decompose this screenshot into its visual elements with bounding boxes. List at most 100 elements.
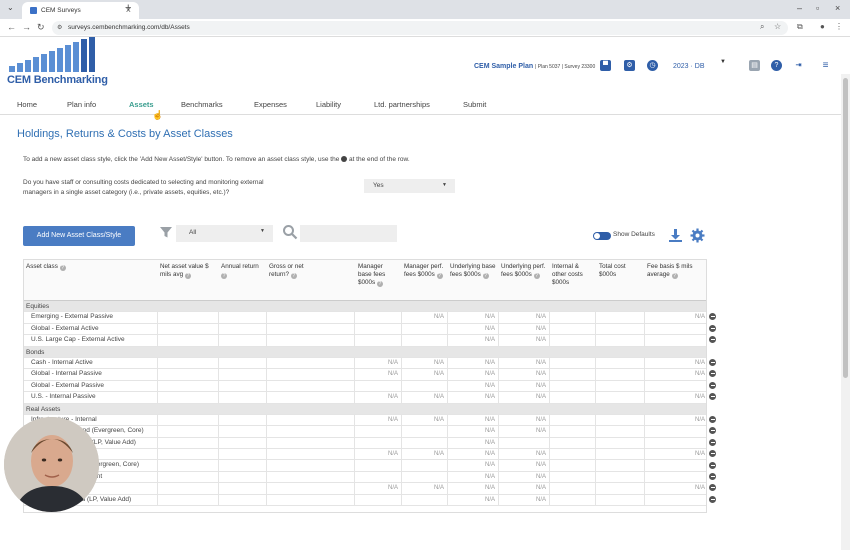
table-cell[interactable] — [595, 426, 644, 438]
table-cell[interactable]: N/A — [498, 494, 549, 506]
table-cell[interactable] — [401, 494, 447, 506]
table-cell[interactable] — [401, 380, 447, 392]
remove-row-icon[interactable] — [709, 393, 716, 401]
table-cell[interactable] — [644, 323, 706, 335]
table-cell[interactable] — [595, 494, 644, 506]
table-cell[interactable]: N/A — [447, 437, 498, 449]
settings-gears-icon[interactable]: ⚙ — [624, 60, 635, 71]
table-cell[interactable]: N/A — [447, 357, 498, 369]
nav-ltd-partnerships[interactable]: Ltd. partnerships — [374, 100, 430, 109]
table-cell[interactable]: N/A — [644, 312, 706, 324]
table-cell[interactable]: N/A — [354, 392, 401, 404]
table-cell[interactable] — [595, 449, 644, 461]
filter-select[interactable]: All ▼ — [176, 225, 273, 242]
table-cell[interactable] — [266, 380, 354, 392]
table-cell[interactable] — [549, 483, 595, 495]
table-cell[interactable] — [266, 471, 354, 483]
remove-row-icon[interactable] — [709, 438, 716, 446]
table-cell[interactable] — [549, 449, 595, 461]
year-dropdown-arrow-icon[interactable]: ▼ — [720, 59, 726, 65]
table-cell[interactable]: N/A — [644, 357, 706, 369]
table-cell[interactable]: N/A — [498, 335, 549, 347]
table-cell[interactable] — [218, 460, 266, 472]
table-cell[interactable] — [157, 357, 218, 369]
table-cell[interactable]: N/A — [644, 483, 706, 495]
hamburger-menu-icon[interactable]: ≡ — [820, 60, 831, 71]
nav-liability[interactable]: Liability — [316, 100, 341, 109]
table-cell[interactable] — [549, 437, 595, 449]
table-cell[interactable]: N/A — [447, 483, 498, 495]
table-cell[interactable] — [644, 335, 706, 347]
table-cell[interactable] — [218, 392, 266, 404]
nav-benchmarks[interactable]: Benchmarks — [181, 100, 223, 109]
scrollbar-thumb[interactable] — [843, 78, 848, 378]
forward-icon[interactable]: → — [22, 22, 31, 32]
table-cell[interactable]: N/A — [401, 483, 447, 495]
table-cell[interactable] — [595, 369, 644, 381]
zoom-icon[interactable]: ⌕ — [760, 22, 764, 32]
table-cell[interactable] — [595, 437, 644, 449]
table-cell[interactable] — [218, 369, 266, 381]
table-cell[interactable]: N/A — [644, 449, 706, 461]
table-cell[interactable]: N/A — [354, 483, 401, 495]
new-tab-icon[interactable]: + — [125, 2, 131, 14]
table-cell[interactable] — [218, 380, 266, 392]
table-cell[interactable] — [157, 323, 218, 335]
table-cell[interactable] — [218, 414, 266, 426]
remove-row-icon[interactable] — [709, 370, 716, 378]
table-cell[interactable] — [157, 414, 218, 426]
table-cell[interactable] — [157, 471, 218, 483]
table-cell[interactable] — [266, 460, 354, 472]
tab-search-icon[interactable]: ⌄ — [7, 3, 14, 12]
table-cell[interactable] — [266, 335, 354, 347]
table-cell[interactable] — [549, 471, 595, 483]
table-cell[interactable] — [354, 312, 401, 324]
table-cell[interactable] — [157, 426, 218, 438]
table-cell[interactable]: N/A — [498, 357, 549, 369]
table-cell[interactable] — [595, 380, 644, 392]
table-cell[interactable] — [266, 369, 354, 381]
remove-row-icon[interactable] — [709, 473, 716, 480]
table-cell[interactable]: N/A — [447, 471, 498, 483]
table-cell[interactable]: N/A — [644, 369, 706, 381]
table-cell[interactable] — [354, 460, 401, 472]
table-cell[interactable] — [595, 323, 644, 335]
table-cell[interactable]: N/A — [498, 483, 549, 495]
table-cell[interactable] — [595, 357, 644, 369]
table-cell[interactable] — [354, 335, 401, 347]
table-cell[interactable]: N/A — [498, 460, 549, 472]
table-cell[interactable]: N/A — [401, 312, 447, 324]
nav-home[interactable]: Home — [17, 100, 37, 109]
table-cell[interactable] — [218, 483, 266, 495]
table-cell[interactable] — [157, 460, 218, 472]
print-icon[interactable]: ▤ — [749, 60, 760, 71]
reload-icon[interactable]: ↻ — [37, 22, 45, 33]
folder-icon[interactable]: ▀ — [600, 60, 611, 71]
table-cell[interactable]: N/A — [447, 449, 498, 461]
table-cell[interactable] — [498, 437, 549, 449]
remove-row-icon[interactable] — [709, 461, 716, 469]
table-cell[interactable] — [644, 426, 706, 438]
external-managers-select[interactable]: Yes ▼ — [364, 179, 455, 193]
table-cell[interactable]: N/A — [354, 414, 401, 426]
table-cell[interactable]: N/A — [498, 426, 549, 438]
table-cell[interactable] — [549, 380, 595, 392]
table-cell[interactable] — [549, 460, 595, 472]
table-cell[interactable]: N/A — [498, 414, 549, 426]
table-cell[interactable] — [266, 437, 354, 449]
table-cell[interactable] — [218, 335, 266, 347]
table-cell[interactable] — [218, 494, 266, 506]
table-cell[interactable] — [595, 414, 644, 426]
table-cell[interactable] — [354, 323, 401, 335]
site-info-icon[interactable]: ⚙ — [57, 24, 62, 31]
table-cell[interactable] — [218, 357, 266, 369]
table-cell[interactable] — [549, 335, 595, 347]
maximize-icon[interactable]: ▫ — [816, 3, 819, 13]
help-icon[interactable]: ? — [771, 60, 782, 71]
clock-icon[interactable]: ◷ — [647, 60, 658, 71]
table-cell[interactable] — [157, 392, 218, 404]
table-cell[interactable] — [157, 494, 218, 506]
table-cell[interactable] — [354, 471, 401, 483]
table-cell[interactable] — [644, 471, 706, 483]
table-cell[interactable] — [401, 335, 447, 347]
